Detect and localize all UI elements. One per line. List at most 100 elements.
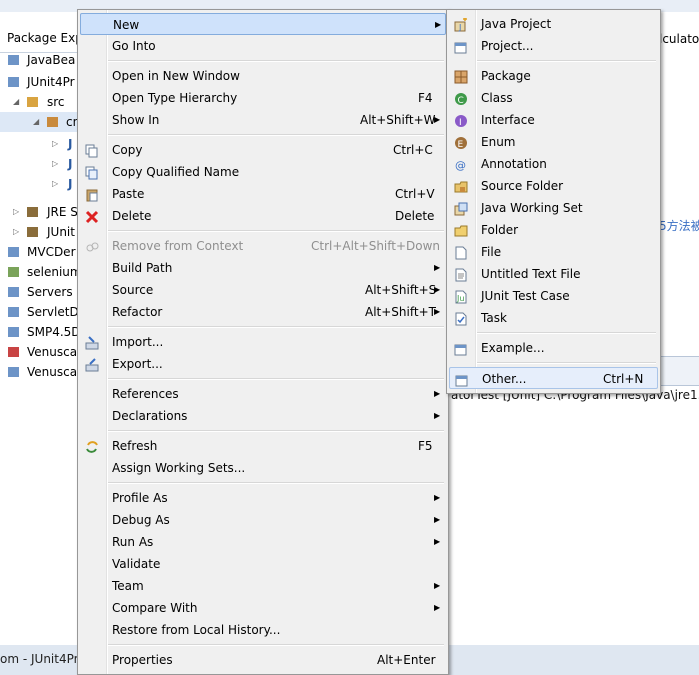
menu-item-remove-from-context[interactable]: Remove from Context Ctrl+Alt+Shift+Down [80,235,446,257]
submenu-item-untitled-text-file[interactable]: Untitled Text File [449,263,658,285]
menu-item-open-type-hierarchy[interactable]: Open Type Hierarchy F4 [80,87,446,109]
enum-icon: E [454,135,468,150]
menu-item-go-into[interactable]: Go Into [80,35,446,57]
menu-item-label: Team [112,579,144,593]
submenu-item-project[interactable]: Project... [449,35,658,57]
menu-item-shortcut: Alt+Shift+T [365,305,436,319]
menu-separator [108,482,444,484]
collapsed-triangle-icon[interactable]: ▷ [52,174,58,194]
tree-item-label: Venusca [27,365,78,379]
menu-item-copy-qualified-name[interactable]: Copy Qualified Name [80,161,446,183]
tree-item-servletd[interactable]: ServletD [0,302,78,322]
tree-item-jre[interactable]: ▷ JRE S [0,202,78,222]
menu-item-import[interactable]: Import... [80,331,446,353]
tree-item-servers[interactable]: Servers [0,282,78,302]
menu-item-new[interactable]: New ▶ [80,13,446,35]
menu-item-compare-with[interactable]: Compare With ▶ [80,597,446,619]
submenu-item-enum[interactable]: E Enum [449,131,658,153]
menu-item-label: Run As [112,535,154,549]
collapsed-triangle-icon[interactable]: ▷ [13,222,19,242]
menu-item-label: Delete [112,209,152,223]
menu-item-label: Declarations [112,409,188,423]
menu-item-label: Validate [112,557,161,571]
submenu-item-java-working-set[interactable]: Java Working Set [449,197,658,219]
package-icon [47,117,58,127]
menu-item-references[interactable]: References ▶ [80,383,446,405]
menu-item-debug-as[interactable]: Debug As ▶ [80,509,446,531]
menu-item-team[interactable]: Team ▶ [80,575,446,597]
java-file-icon: J [68,177,73,191]
collapsed-triangle-icon[interactable]: ▷ [52,134,58,154]
menu-item-assign-working-sets[interactable]: Assign Working Sets... [80,457,446,479]
menu-item-run-as[interactable]: Run As ▶ [80,531,446,553]
submenu-arrow-icon: ▶ [434,285,441,294]
project-icon [8,77,19,87]
tree-item-junit4pr[interactable]: JUnit4Pr [0,72,78,92]
menu-item-label: Source [112,283,154,297]
menu-item-label: Copy [112,143,143,157]
expanded-triangle-icon[interactable]: ◢ [33,112,39,132]
collapsed-triangle-icon[interactable]: ▷ [13,202,19,222]
menu-item-label: Folder [481,223,519,237]
tree-item-venusca-error[interactable]: Venusca [0,342,78,362]
tree-item-smp45d[interactable]: SMP4.5D [0,322,78,342]
menu-item-restore-from-local-history[interactable]: Restore from Local History... [80,619,446,641]
tree-item-cn[interactable]: ◢ cn [0,112,78,132]
submenu-item-folder[interactable]: Folder [449,219,658,241]
tree-item-mvcder[interactable]: MVCDer [0,242,78,262]
menu-item-label: Interface [481,113,535,127]
submenu-item-other[interactable]: Other... Ctrl+N [449,367,658,389]
menu-item-label: References [112,387,179,401]
tree-item-javabea[interactable]: JavaBea [0,50,78,70]
submenu-arrow-icon: ▶ [435,20,442,29]
svg-text:C: C [458,96,464,106]
submenu-item-class[interactable]: C Class [449,87,658,109]
menu-item-declarations[interactable]: Declarations ▶ [80,405,446,427]
menu-item-shortcut: Ctrl+C [393,143,433,157]
menu-item-build-path[interactable]: Build Path ▶ [80,257,446,279]
menu-item-label: Other... [482,372,527,386]
menu-item-paste[interactable]: Paste Ctrl+V [80,183,446,205]
menu-item-source[interactable]: Source Alt+Shift+S ▶ [80,279,446,301]
menu-item-validate[interactable]: Validate [80,553,446,575]
tree-item-java-file[interactable]: ▷ J [0,134,78,154]
submenu-item-annotation[interactable]: @ Annotation [449,153,658,175]
expanded-triangle-icon[interactable]: ◢ [13,92,19,112]
console-toolbar [657,356,699,386]
library-icon [27,227,38,237]
menu-item-delete[interactable]: Delete Delete [80,205,446,227]
menu-item-label: Annotation [481,157,547,171]
menu-item-export[interactable]: Export... [80,353,446,375]
menu-item-label: Export... [112,357,163,371]
menu-item-copy[interactable]: Copy Ctrl+C [80,139,446,161]
tree-item-java-file[interactable]: ▷ J [0,154,78,174]
submenu-item-file[interactable]: File [449,241,658,263]
collapsed-triangle-icon[interactable]: ▷ [52,154,58,174]
menu-item-properties[interactable]: Properties Alt+Enter [80,649,446,671]
package-explorer-panel: Package Exp JavaBea JUnit4Pr ◢ src ◢ cn … [0,12,78,675]
menu-separator [108,430,444,432]
tree-item-label: JavaBea [27,53,76,67]
menu-item-label: Task [481,311,507,325]
menu-item-open-in-new-window[interactable]: Open in New Window [80,65,446,87]
new-submenu: J Java Project Project... Package C Clas… [446,9,661,394]
tree-item-src[interactable]: ◢ src [0,92,78,112]
tree-item-venusca[interactable]: Venusca [0,362,78,382]
package-explorer-tab[interactable]: Package Exp [0,28,78,48]
submenu-item-example[interactable]: Example... [449,337,658,359]
tree-item-java-file[interactable]: ▷ J [0,174,78,194]
submenu-item-source-folder[interactable]: Source Folder [449,175,658,197]
menu-item-show-in[interactable]: Show In Alt+Shift+W ▶ [80,109,446,131]
tree-item-selenium[interactable]: selenium [0,262,78,282]
menu-item-refactor[interactable]: Refactor Alt+Shift+T ▶ [80,301,446,323]
submenu-item-java-project[interactable]: J Java Project [449,13,658,35]
submenu-item-task[interactable]: Task [449,307,658,329]
submenu-item-interface[interactable]: I Interface [449,109,658,131]
submenu-item-junit-test-case[interactable]: Ju JUnit Test Case [449,285,658,307]
tree-item-junit[interactable]: ▷ JUnit [0,222,78,242]
submenu-item-package[interactable]: Package [449,65,658,87]
menu-item-refresh[interactable]: Refresh F5 [80,435,446,457]
menu-item-label: Copy Qualified Name [112,165,240,179]
menu-item-label: Import... [112,335,164,349]
menu-item-profile-as[interactable]: Profile As ▶ [80,487,446,509]
